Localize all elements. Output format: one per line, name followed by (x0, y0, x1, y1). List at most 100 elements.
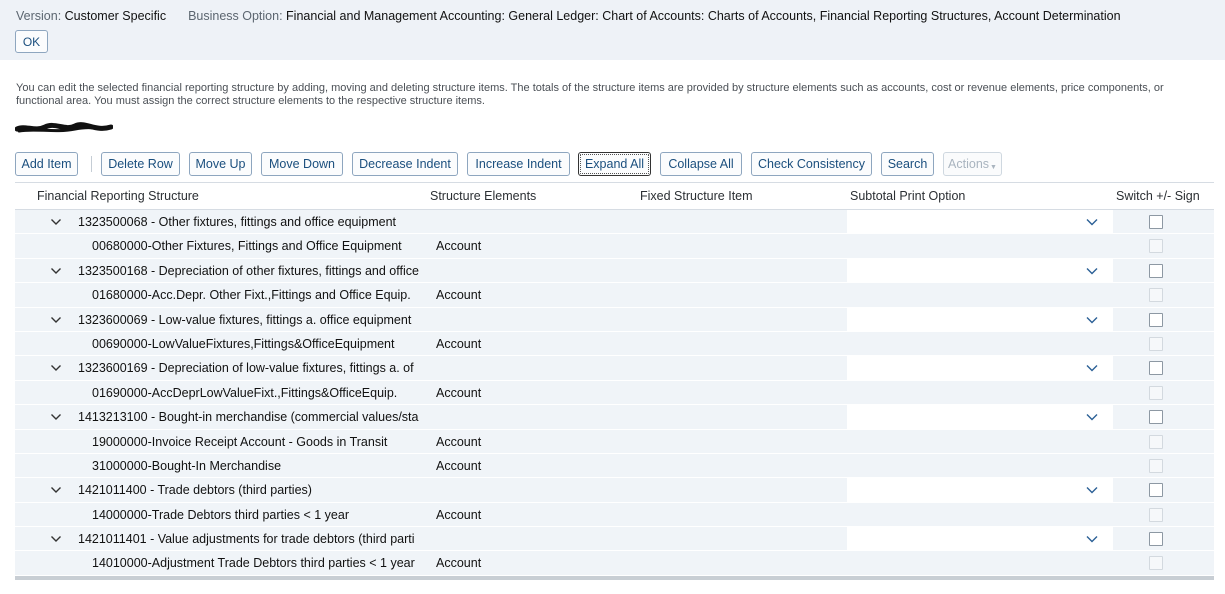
chevron-down-icon[interactable] (1086, 363, 1098, 373)
structure-element-name: 14000000-Trade Debtors third parties < 1… (92, 507, 349, 522)
business-option-label: Business Option: (188, 9, 283, 23)
decrease-indent-button[interactable]: Decrease Indent (352, 152, 458, 176)
ok-button[interactable]: OK (15, 30, 48, 53)
table-row-parent[interactable]: 1323600169 - Depreciation of low-value f… (15, 356, 1214, 381)
structure-element-name: 00680000-Other Fixtures, Fittings and Of… (92, 239, 402, 254)
structure-item-name: 1413213100 - Bought-in merchandise (comm… (78, 410, 419, 425)
structure-element-type: Account (436, 239, 482, 254)
actions-label: Actions (948, 157, 990, 171)
switch-sign-checkbox[interactable] (1149, 361, 1163, 376)
subtotal-print-option-select[interactable] (847, 405, 1113, 430)
delete-row-button[interactable]: Delete Row (101, 152, 180, 176)
collapse-all-button[interactable]: Collapse All (660, 152, 742, 176)
table-body: 1323500068 - Other fixtures, fittings an… (15, 210, 1214, 576)
structure-element-name: 01690000-AccDeprLowValueFixt.,Fittings&O… (92, 385, 398, 400)
chevron-down-icon[interactable] (1086, 217, 1098, 227)
horizontal-scrollbar[interactable] (15, 576, 1214, 580)
switch-sign-checkbox-disabled (1149, 507, 1163, 522)
table-row-parent[interactable]: 1421011401 - Value adjustments for trade… (15, 527, 1214, 552)
structure-item-name: 1421011401 - Value adjustments for trade… (78, 532, 415, 547)
col-switch-sign[interactable]: Switch +/- Sign (1116, 189, 1200, 203)
col-structure-elements[interactable]: Structure Elements (430, 189, 536, 203)
table-row-child[interactable]: 00680000-Other Fixtures, Fittings and Of… (15, 234, 1214, 259)
header-bar: Version: Customer Specific Business Opti… (0, 0, 1225, 60)
structure-element-name: 14010000-Adjustment Trade Debtors third … (92, 556, 415, 571)
structure-element-type: Account (436, 336, 482, 351)
col-financial-reporting-structure[interactable]: Financial Reporting Structure (37, 189, 199, 203)
switch-sign-checkbox[interactable] (1149, 483, 1163, 498)
check-consistency-button[interactable]: Check Consistency (751, 152, 872, 176)
switch-sign-checkbox[interactable] (1149, 215, 1163, 229)
switch-sign-checkbox-disabled (1149, 239, 1163, 254)
subtotal-print-option-select[interactable] (847, 527, 1113, 552)
subtotal-print-option-select[interactable] (847, 307, 1113, 332)
chevron-down-icon[interactable] (1086, 412, 1098, 422)
switch-sign-checkbox-disabled (1149, 385, 1163, 400)
version-label: Version: (16, 9, 62, 23)
structure-element-type: Account (436, 385, 482, 400)
switch-sign-checkbox-disabled (1149, 434, 1163, 449)
switch-sign-checkbox-disabled (1149, 336, 1163, 351)
structure-element-name: 19000000-Invoice Receipt Account - Goods… (92, 434, 388, 449)
move-down-button[interactable]: Move Down (261, 152, 343, 176)
business-option-value: Financial and Management Accounting: Gen… (286, 9, 1121, 23)
move-up-button[interactable]: Move Up (189, 152, 252, 176)
structure-item-name: 1323500168 - Depreciation of other fixtu… (78, 263, 419, 278)
switch-sign-checkbox-disabled (1149, 556, 1163, 571)
subtotal-print-option-select[interactable] (847, 478, 1113, 503)
switch-sign-checkbox-disabled (1149, 458, 1163, 473)
table-row-child[interactable]: 01690000-AccDeprLowValueFixt.,Fittings&O… (15, 380, 1214, 406)
actions-caret-icon: ▼ (990, 163, 997, 171)
redacted-scribble (15, 122, 113, 133)
table-row-parent[interactable]: 1323500068 - Other fixtures, fittings an… (15, 210, 1214, 235)
reporting-structure-table: Financial Reporting Structure Structure … (15, 182, 1214, 576)
subtotal-print-option-select[interactable] (847, 356, 1113, 381)
structure-item-name: 1323600069 - Low-value fixtures, fitting… (78, 312, 412, 327)
switch-sign-checkbox[interactable] (1149, 312, 1163, 327)
structure-item-name: 1421011400 - Trade debtors (third partie… (78, 483, 312, 498)
subtotal-print-option-select[interactable] (847, 210, 1113, 234)
table-row-parent[interactable]: 1421011400 - Trade debtors (third partie… (15, 478, 1214, 503)
table-row-parent[interactable]: 1323600069 - Low-value fixtures, fitting… (15, 307, 1214, 332)
search-button[interactable]: Search (881, 152, 934, 176)
structure-element-type: Account (436, 507, 482, 522)
structure-item-name: 1323600169 - Depreciation of low-value f… (78, 361, 414, 376)
structure-element-type: Account (436, 458, 482, 473)
subtotal-print-option-select[interactable] (847, 258, 1113, 283)
table-row-child[interactable]: 14000000-Trade Debtors third parties < 1… (15, 502, 1214, 528)
add-item-button[interactable]: Add Item (15, 152, 78, 176)
chevron-down-icon[interactable] (1086, 266, 1098, 276)
switch-sign-checkbox[interactable] (1149, 263, 1163, 278)
switch-sign-checkbox[interactable] (1149, 532, 1163, 547)
description-text: You can edit the selected financial repo… (16, 82, 1164, 107)
table-row-parent[interactable]: 1323500168 - Depreciation of other fixtu… (15, 258, 1214, 284)
table-row-child[interactable]: 00690000-LowValueFixtures,Fittings&Offic… (15, 331, 1214, 357)
actions-button[interactable]: Actions ▼ (943, 152, 1002, 176)
col-subtotal-print-option[interactable]: Subtotal Print Option (850, 189, 965, 203)
toolbar-separator (91, 156, 92, 172)
table-row-parent[interactable]: 1413213100 - Bought-in merchandise (comm… (15, 405, 1214, 430)
structure-element-type: Account (436, 556, 482, 571)
version-value: Customer Specific (64, 9, 167, 23)
table-row-child[interactable]: 31000000-Bought-In Merchandise Account (15, 453, 1214, 479)
col-fixed-structure-item[interactable]: Fixed Structure Item (640, 189, 753, 203)
structure-element-name: 00690000-LowValueFixtures,Fittings&Offic… (92, 336, 395, 351)
chevron-down-icon[interactable] (1086, 534, 1098, 544)
expand-all-button[interactable]: Expand All (578, 152, 651, 176)
increase-indent-button[interactable]: Increase Indent (467, 152, 570, 176)
table-header: Financial Reporting Structure Structure … (15, 182, 1214, 210)
structure-item-name: 1323500068 - Other fixtures, fittings an… (78, 215, 397, 229)
table-row-child[interactable]: 01680000-Acc.Depr. Other Fixt.,Fittings … (15, 283, 1214, 308)
table-row-child[interactable]: 14010000-Adjustment Trade Debtors third … (15, 551, 1214, 576)
version-line: Version: Customer Specific Business Opti… (16, 9, 1121, 23)
chevron-down-icon[interactable] (1086, 315, 1098, 325)
structure-element-type: Account (436, 288, 482, 303)
structure-element-type: Account (436, 434, 482, 449)
structure-element-name: 31000000-Bought-In Merchandise (92, 458, 282, 473)
switch-sign-checkbox-disabled (1149, 288, 1163, 303)
switch-sign-checkbox[interactable] (1149, 410, 1163, 425)
table-row-child[interactable]: 19000000-Invoice Receipt Account - Goods… (15, 429, 1214, 454)
toolbar: Add Item Delete Row Move Up Move Down De… (15, 152, 1015, 177)
structure-element-name: 01680000-Acc.Depr. Other Fixt.,Fittings … (92, 288, 411, 303)
chevron-down-icon[interactable] (1086, 485, 1098, 495)
